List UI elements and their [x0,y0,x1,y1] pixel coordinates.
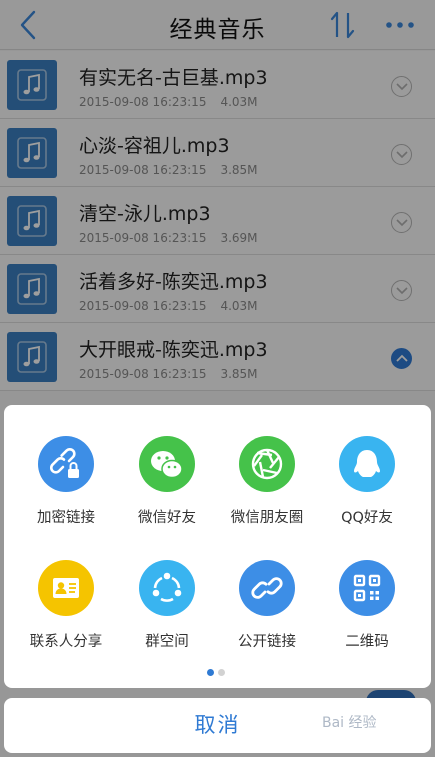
file-name: 有实无名-古巨基.mp3 [79,67,268,89]
share-option[interactable]: 群空间 [115,560,219,651]
file-meta: 2015-09-08 16:23:15 3.85M [79,367,258,381]
expand-toggle[interactable] [391,280,412,301]
music-note-icon [17,69,47,101]
file-size: 4.03M [220,299,258,313]
audio-file-icon [7,128,57,178]
file-name: 大开眼戒-陈奕迅.mp3 [79,339,268,361]
share-option[interactable]: 联系人分享 [14,560,118,651]
share-option[interactable]: 二维码 [315,560,419,651]
share-option-label: 加密链接 [37,510,95,526]
file-date: 2015-09-08 16:23:15 [79,163,207,177]
expand-toggle[interactable] [391,144,412,165]
share-option[interactable]: 公开链接 [215,560,319,651]
file-meta: 2015-09-08 16:23:15 3.69M [79,231,258,245]
file-size: 4.03M [220,95,258,109]
file-size: 3.69M [220,231,258,245]
share-option[interactable]: 微信好友 [115,436,219,527]
music-note-icon [17,137,47,169]
file-size: 3.85M [220,163,258,177]
group-space-icon [139,560,195,616]
file-row[interactable]: 大开眼戒-陈奕迅.mp3 2015-09-08 16:23:15 3.85M [0,323,435,391]
sort-icon [330,11,355,39]
public-link-icon [239,560,295,616]
more-button[interactable] [382,8,418,42]
file-row[interactable]: 活着多好-陈奕迅.mp3 2015-09-08 16:23:15 4.03M [0,255,435,323]
collapse-toggle[interactable] [391,348,412,369]
contact-card-icon [38,560,94,616]
share-option-label: 公开链接 [238,634,296,650]
file-meta: 2015-09-08 16:23:15 4.03M [79,299,258,313]
watermark: Bai 经验 [322,715,377,731]
page-dot [218,669,225,676]
share-option-label: 微信朋友圈 [230,510,304,526]
file-meta: 2015-09-08 16:23:15 4.03M [79,95,258,109]
expand-toggle[interactable] [391,212,412,233]
file-list: 有实无名-古巨基.mp3 2015-09-08 16:23:15 4.03M 心淡-容… [0,51,435,391]
file-name: 活着多好-陈奕迅.mp3 [79,271,268,293]
file-date: 2015-09-08 16:23:15 [79,231,207,245]
share-option[interactable]: 微信朋友圈 [215,436,319,527]
share-option-label: 联系人分享 [29,634,103,650]
music-note-icon [17,273,47,305]
music-note-icon [17,341,47,373]
file-name: 心淡-容祖儿.mp3 [79,135,230,157]
share-option-label: 微信好友 [138,510,196,526]
qq-icon [339,436,395,492]
sort-button[interactable] [328,8,358,42]
file-row[interactable]: 心淡-容祖儿.mp3 2015-09-08 16:23:15 3.85M [0,119,435,187]
page-dot-active [207,669,214,676]
share-option-label: 二维码 [345,634,389,650]
file-meta: 2015-09-08 16:23:15 3.85M [79,163,258,177]
share-option[interactable]: 加密链接 [14,436,118,527]
wechat-moments-icon [239,436,295,492]
audio-file-icon [7,264,57,314]
music-note-icon [17,205,47,237]
file-size: 3.85M [220,367,258,381]
more-dots-icon [386,22,414,28]
top-bar: 经典音乐 [0,0,435,50]
share-option-label: 群空间 [145,634,189,650]
file-date: 2015-09-08 16:23:15 [79,367,207,381]
share-option[interactable]: QQ好友 [315,436,419,527]
expand-toggle[interactable] [391,76,412,97]
file-row[interactable]: 有实无名-古巨基.mp3 2015-09-08 16:23:15 4.03M [0,51,435,119]
share-option-label: QQ好友 [341,510,393,526]
file-name: 清空-泳儿.mp3 [79,203,211,225]
encrypted-link-icon [38,436,94,492]
audio-file-icon [7,60,57,110]
page-title: 经典音乐 [169,17,266,43]
file-date: 2015-09-08 16:23:15 [79,95,207,109]
file-row[interactable]: 清空-泳儿.mp3 2015-09-08 16:23:15 3.69M [0,187,435,255]
share-sheet: 加密链接 微信好友 微信朋友圈 QQ好友联系人分享 群空间 公开链接 二维码 [4,405,431,688]
wechat-icon [139,436,195,492]
audio-file-icon [7,332,57,382]
qr-code-icon [339,560,395,616]
audio-file-icon [7,196,57,246]
page-indicator [207,669,229,677]
file-date: 2015-09-08 16:23:15 [79,299,207,313]
